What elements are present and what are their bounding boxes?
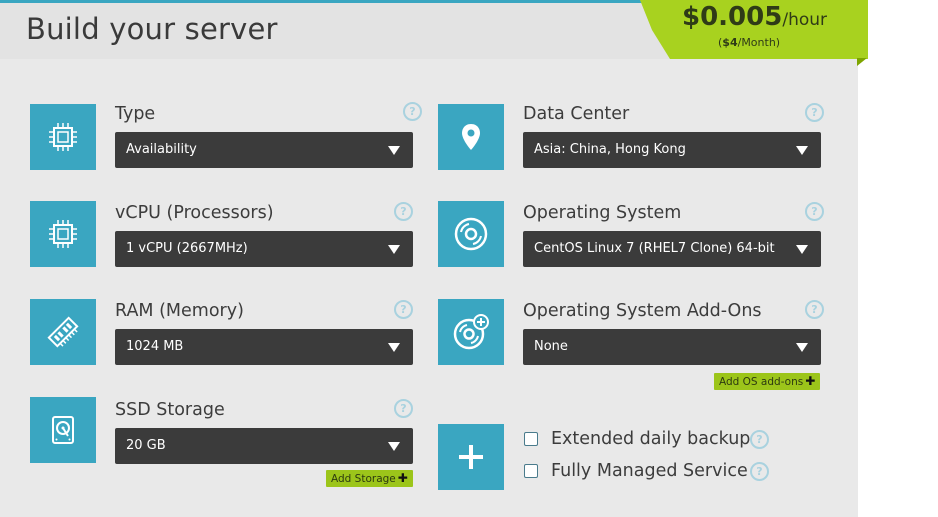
add-storage-label: Add Storage bbox=[331, 473, 396, 485]
ram-label: RAM (Memory) bbox=[115, 301, 244, 321]
price-monthly-suffix: /Month) bbox=[737, 36, 781, 49]
harddrive-icon bbox=[52, 416, 74, 444]
os-icon-box bbox=[438, 201, 504, 267]
os-help-icon[interactable]: ? bbox=[805, 202, 824, 221]
extended-backup-option[interactable]: Extended daily backup bbox=[524, 429, 750, 449]
cpu-icon bbox=[49, 123, 77, 151]
plus-icon: ✚ bbox=[805, 374, 816, 388]
memory-icon bbox=[47, 316, 79, 348]
extended-backup-help-icon[interactable]: ? bbox=[750, 430, 769, 449]
extended-backup-checkbox[interactable] bbox=[524, 432, 538, 446]
vcpu-select[interactable]: 1 vCPU (2667MHz) bbox=[115, 231, 413, 267]
os-addons-label: Operating System Add-Ons bbox=[523, 301, 762, 321]
ssd-select-value: 20 GB bbox=[126, 438, 166, 453]
add-os-addons-label: Add OS add-ons bbox=[719, 376, 804, 388]
chevron-down-icon bbox=[388, 442, 400, 451]
price-monthly: ($4/Month) bbox=[718, 36, 780, 49]
os-label: Operating System bbox=[523, 203, 682, 223]
price-badge-fold bbox=[857, 58, 867, 66]
os-addons-select[interactable]: None bbox=[523, 329, 821, 365]
ssd-help-icon[interactable]: ? bbox=[394, 399, 413, 418]
extras-icon-box bbox=[438, 424, 504, 490]
datacenter-icon-box bbox=[438, 104, 504, 170]
managed-service-checkbox[interactable] bbox=[524, 464, 538, 478]
type-select[interactable]: Availability bbox=[115, 132, 413, 168]
vcpu-select-value: 1 vCPU (2667MHz) bbox=[126, 241, 248, 256]
add-storage-button[interactable]: Add Storage ✚ bbox=[326, 470, 413, 487]
chevron-down-icon bbox=[796, 343, 808, 352]
plus-icon bbox=[459, 445, 483, 469]
vcpu-icon-box bbox=[30, 201, 96, 267]
os-addons-help-icon[interactable]: ? bbox=[805, 300, 824, 319]
type-help-icon[interactable]: ? bbox=[403, 102, 422, 121]
managed-service-option[interactable]: Fully Managed Service bbox=[524, 461, 748, 481]
disc-add-icon bbox=[453, 314, 489, 350]
price-unit: /hour bbox=[782, 10, 828, 30]
type-select-value: Availability bbox=[126, 142, 197, 157]
chevron-down-icon bbox=[388, 146, 400, 155]
datacenter-help-icon[interactable]: ? bbox=[805, 103, 824, 122]
disc-icon bbox=[454, 217, 488, 251]
ssd-select[interactable]: 20 GB bbox=[115, 428, 413, 464]
chevron-down-icon bbox=[388, 343, 400, 352]
add-os-addons-button[interactable]: Add OS add-ons ✚ bbox=[714, 373, 821, 390]
os-select-value: CentOS Linux 7 (RHEL7 Clone) 64-bit bbox=[534, 241, 775, 256]
os-select[interactable]: CentOS Linux 7 (RHEL7 Clone) 64-bit bbox=[523, 231, 821, 267]
cpu-icon bbox=[49, 220, 77, 248]
type-label: Type bbox=[115, 104, 156, 124]
ram-help-icon[interactable]: ? bbox=[394, 300, 413, 319]
ram-select-value: 1024 MB bbox=[126, 339, 184, 354]
vcpu-label: vCPU (Processors) bbox=[115, 203, 274, 223]
price-per-hour: $0.005/hour bbox=[682, 2, 827, 32]
datacenter-label: Data Center bbox=[523, 104, 630, 124]
ssd-label: SSD Storage bbox=[115, 400, 225, 420]
ssd-icon-box bbox=[30, 397, 96, 463]
os-addons-select-value: None bbox=[534, 339, 568, 354]
ram-icon-box bbox=[30, 299, 96, 365]
price-badge: $0.005/hour ($4/Month) bbox=[640, 0, 868, 59]
ram-select[interactable]: 1024 MB bbox=[115, 329, 413, 365]
os-addons-icon-box bbox=[438, 299, 504, 365]
chevron-down-icon bbox=[796, 146, 808, 155]
datacenter-select-value: Asia: China, Hong Kong bbox=[534, 142, 686, 157]
page-title: Build your server bbox=[26, 12, 278, 46]
price-amount: $0.005 bbox=[682, 2, 783, 32]
plus-icon: ✚ bbox=[397, 471, 408, 485]
extended-backup-label[interactable]: Extended daily backup bbox=[551, 429, 750, 449]
chevron-down-icon bbox=[388, 245, 400, 254]
chevron-down-icon bbox=[796, 245, 808, 254]
managed-service-label[interactable]: Fully Managed Service bbox=[551, 461, 748, 481]
managed-service-help-icon[interactable]: ? bbox=[750, 462, 769, 481]
type-icon-box bbox=[30, 104, 96, 170]
vcpu-help-icon[interactable]: ? bbox=[394, 202, 413, 221]
datacenter-select[interactable]: Asia: China, Hong Kong bbox=[523, 132, 821, 168]
price-monthly-value: $4 bbox=[722, 36, 738, 49]
location-pin-icon bbox=[462, 124, 480, 150]
